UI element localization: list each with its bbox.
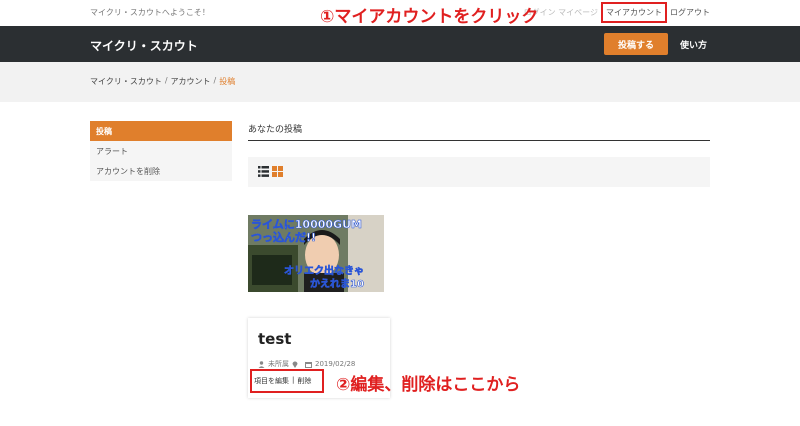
annotation-step-1: ①マイアカウントをクリック: [320, 7, 539, 27]
breadcrumb-separator: /: [164, 76, 168, 85]
list-view-icon[interactable]: [258, 166, 269, 177]
howto-link[interactable]: 使い方: [680, 38, 707, 51]
breadcrumb-bar: マイクリ・スカウト / アカウント / 投稿: [0, 62, 800, 102]
post-thumbnail[interactable]: ライムに10000GUM つっ込んだ!! オリエク出なきゃ かえれま10: [248, 215, 384, 292]
thumbnail-text-bottom-2: かえれま10: [310, 278, 364, 290]
sidebar-item-posts[interactable]: 投稿: [90, 121, 232, 141]
page-title: あなたの投稿: [248, 125, 303, 135]
logout-link[interactable]: ログアウト: [670, 7, 710, 18]
location-pin-icon: [292, 361, 298, 368]
annotation-highlight-box: [250, 369, 324, 393]
thumbnail-text-top-2: つっ込んだ!!: [251, 230, 316, 244]
view-toggle-bar: [248, 157, 710, 187]
thumbnail-text-top-1: ライムに10000GUM: [251, 218, 362, 231]
breadcrumb-item-account[interactable]: アカウント: [171, 76, 211, 87]
breadcrumb-item-current: 投稿: [219, 77, 236, 86]
post-button[interactable]: 投稿する: [604, 33, 668, 55]
title-divider: [248, 140, 710, 141]
grid-view-icon[interactable]: [272, 166, 283, 177]
post-title[interactable]: test: [258, 330, 291, 348]
breadcrumb-separator: /: [213, 76, 217, 85]
top-links: ログイン マイページ マイアカウント ログアウト: [524, 2, 710, 23]
breadcrumb: マイクリ・スカウト / アカウント / 投稿: [90, 76, 235, 87]
post-meta: 未所属 2019/02/28: [258, 359, 355, 369]
account-sidebar: 投稿 アラート アカウントを削除: [90, 121, 232, 181]
post-category: 未所属: [268, 360, 289, 368]
thumbnail-text-bottom-1: オリエク出なきゃ: [284, 264, 364, 277]
site-header: マイクリ・スカウト 投稿する 使い方: [0, 26, 800, 62]
sidebar-item-alerts[interactable]: アラート: [90, 141, 232, 161]
breadcrumb-item-home[interactable]: マイクリ・スカウト: [90, 76, 162, 87]
annotation-step-2: ②編集、削除はここから: [336, 375, 521, 395]
post-date: 2019/02/28: [315, 360, 356, 368]
welcome-text: マイクリ・スカウトへようこそ！: [90, 8, 210, 17]
sidebar-item-delete-account[interactable]: アカウントを削除: [90, 161, 232, 181]
site-logo[interactable]: マイクリ・スカウト: [90, 37, 198, 54]
user-icon: [258, 360, 265, 368]
calendar-icon: [305, 361, 312, 368]
my-account-link[interactable]: マイアカウント: [601, 2, 667, 23]
